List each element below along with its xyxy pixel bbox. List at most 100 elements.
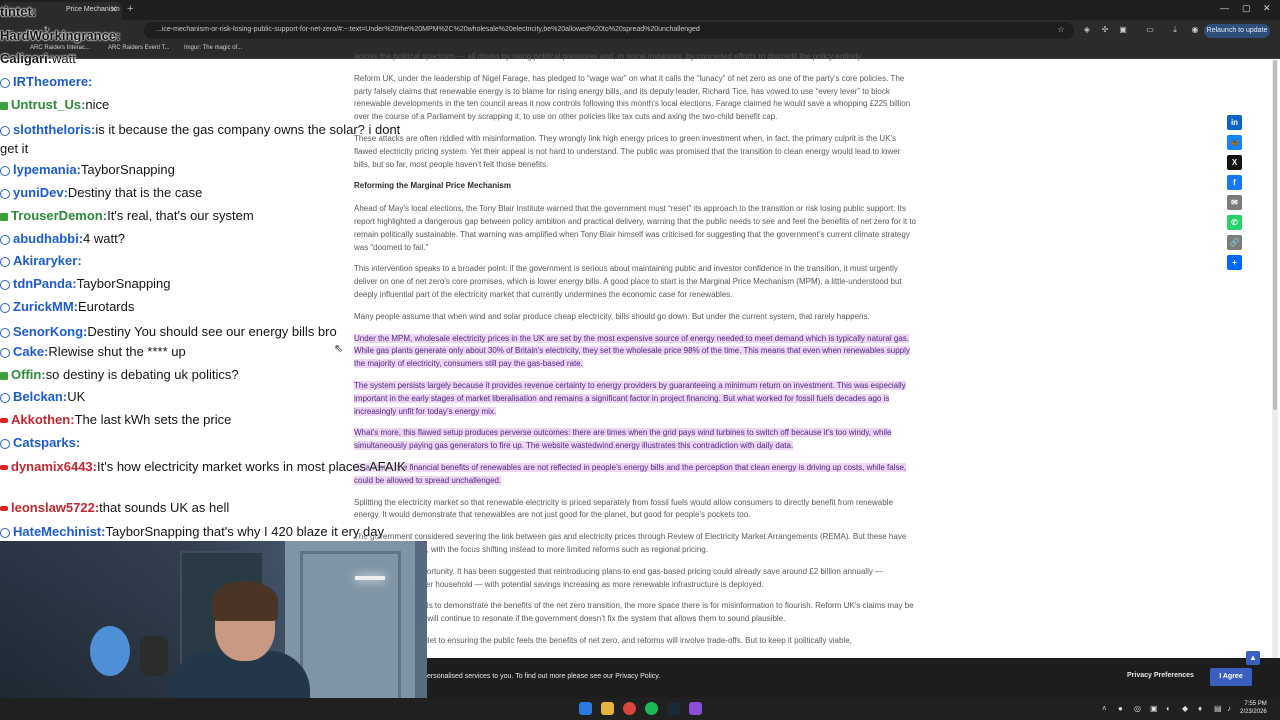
chat-text: TayborSnapping bbox=[80, 162, 175, 177]
chat-message: Akiraryker: bbox=[0, 253, 82, 268]
chat-message: HateMechinist:TayborSnapping that's why … bbox=[0, 522, 420, 541]
chat-username[interactable]: Caligari: bbox=[0, 51, 52, 66]
chat-message: SenorKong:Destiny You should see our ene… bbox=[0, 322, 420, 341]
minimize-icon[interactable]: — bbox=[1220, 3, 1229, 13]
agree-button[interactable]: I Agree bbox=[1210, 668, 1252, 686]
tray-app-icon[interactable]: ◆ bbox=[1182, 704, 1188, 713]
article-paragraph: The government considered severing the l… bbox=[354, 532, 907, 554]
chat-username[interactable]: HardWorkingrance: bbox=[0, 28, 120, 43]
whatsapp-icon[interactable]: ✆ bbox=[1227, 215, 1242, 230]
profile-icon[interactable]: ◉ bbox=[1190, 25, 1200, 35]
chat-message: dynamix6443:It's how electricity market … bbox=[0, 457, 420, 476]
chat-text: Eurotards bbox=[78, 299, 135, 314]
chat-username[interactable]: Offin: bbox=[11, 367, 46, 382]
file-explorer-icon[interactable] bbox=[601, 702, 614, 715]
bluesky-icon[interactable]: 🦋 bbox=[1227, 135, 1242, 150]
network-icon[interactable]: ▤ bbox=[1214, 704, 1222, 713]
sidebar-icon[interactable]: ▭ bbox=[1145, 25, 1155, 35]
article-paragraph: There is no silver bullet to ensuring th… bbox=[354, 635, 852, 645]
chat-username[interactable]: yuniDev: bbox=[13, 185, 68, 200]
chat-username[interactable]: Belckan: bbox=[13, 389, 67, 404]
chat-text: TayborSnapping that's why I 420 blaze it… bbox=[105, 524, 385, 539]
tray-chevron-icon[interactable]: ˄ bbox=[1102, 704, 1107, 713]
chat-username[interactable]: dynamix6443: bbox=[11, 459, 97, 474]
article-paragraph: Splitting the electricity market so that… bbox=[354, 497, 893, 520]
cookie-text: ersonalised services to you. To find out… bbox=[427, 673, 661, 680]
article-paragraph: Many people assume that when wind and so… bbox=[354, 311, 870, 321]
text-fragment-highlight: Under the MPM, wholesale electricity pri… bbox=[354, 333, 910, 369]
chat-username[interactable]: Untrust_Us: bbox=[11, 97, 85, 112]
chat-message: abudhabbi:4 watt? bbox=[0, 231, 125, 246]
extension-icon[interactable]: ✣ bbox=[1100, 25, 1110, 35]
highlighted-paragraph: What’s more, this flawed setup produces … bbox=[354, 427, 918, 453]
chrome-icon[interactable] bbox=[623, 702, 636, 715]
relaunch-button[interactable]: Relaunch to update bbox=[1204, 24, 1270, 38]
facebook-icon[interactable]: f bbox=[1227, 175, 1242, 190]
chat-username[interactable]: Catsparks: bbox=[13, 435, 80, 450]
chat-text: The last kWh sets the price bbox=[74, 412, 232, 427]
article-body: across the political spectrum — all driv… bbox=[354, 52, 918, 657]
volume-icon[interactable]: ♪ bbox=[1227, 704, 1231, 713]
chat-badge-icon bbox=[0, 234, 10, 245]
privacy-preferences-button[interactable]: Privacy Preferences bbox=[1127, 672, 1194, 679]
chat-username[interactable]: Akkothen: bbox=[11, 412, 75, 427]
share-plus-icon[interactable]: + bbox=[1227, 255, 1242, 270]
highlighted-paragraph: The system persists largely because it p… bbox=[354, 380, 918, 418]
chat-badge-icon bbox=[0, 125, 10, 136]
spotify-icon[interactable] bbox=[645, 702, 658, 715]
email-icon[interactable]: ✉ bbox=[1227, 195, 1242, 210]
text-fragment-highlight: The system persists largely because it p… bbox=[354, 380, 906, 416]
extension-icon[interactable]: ▣ bbox=[1118, 25, 1128, 35]
chat-text: Rlewise shut the **** up bbox=[48, 344, 186, 359]
chat-text: It's how electricity market works in mos… bbox=[97, 459, 406, 474]
system-clock[interactable]: 7:55 PM 2/23/2026 bbox=[1240, 700, 1267, 716]
chat-username[interactable]: Akiraryker: bbox=[13, 253, 82, 268]
chat-username[interactable]: abudhabbi: bbox=[13, 231, 83, 246]
steam-icon[interactable] bbox=[667, 702, 680, 715]
chat-username[interactable]: tintet: bbox=[0, 4, 36, 19]
downloads-icon[interactable]: ⤓ bbox=[1170, 25, 1180, 35]
chat-username[interactable]: tdnPanda: bbox=[13, 276, 77, 291]
chat-username[interactable]: leonslaw5722: bbox=[11, 500, 99, 515]
article-paragraph: This is a missed opportunity. It has bee… bbox=[354, 566, 884, 589]
article-paragraph: Reform UK, under the leadership of Nigel… bbox=[354, 73, 911, 122]
app-icon[interactable] bbox=[689, 702, 702, 715]
x-icon[interactable]: X bbox=[1227, 155, 1242, 170]
chat-username[interactable]: HateMechinist: bbox=[13, 524, 105, 539]
text-fragment-highlight: What’s more, this flawed setup produces … bbox=[354, 428, 892, 451]
close-window-icon[interactable]: ✕ bbox=[1263, 3, 1271, 14]
maximize-icon[interactable]: ▢ bbox=[1242, 3, 1251, 14]
chat-username[interactable]: TrouserDemon: bbox=[11, 208, 107, 223]
tray-app-icon[interactable]: ◎ bbox=[1134, 704, 1141, 713]
chat-username[interactable]: Cake: bbox=[13, 344, 48, 359]
chat-username[interactable]: lypemania: bbox=[13, 162, 81, 177]
chat-text: Destiny You should see our energy bills … bbox=[87, 324, 337, 339]
linkedin-icon[interactable]: in bbox=[1227, 115, 1242, 130]
chat-badge-icon bbox=[0, 212, 8, 221]
chat-badge-icon bbox=[0, 302, 10, 313]
scroll-to-top-icon[interactable]: ▲ bbox=[1246, 651, 1260, 665]
highlighted-paragraph: As a result, the financial benefits of r… bbox=[354, 462, 918, 488]
chat-username[interactable]: ZurickMM: bbox=[13, 299, 78, 314]
chat-message: tintet: bbox=[0, 4, 36, 19]
chat-username[interactable]: SenorKong: bbox=[13, 324, 87, 339]
share-toolbar: in 🦋 Xf ✉ ✆ 🔗 + bbox=[1227, 115, 1243, 275]
section-heading: Reforming the Marginal Price Mechanism bbox=[354, 181, 511, 191]
tray-app-icon[interactable]: ▣ bbox=[1150, 704, 1158, 713]
tray-app-icon[interactable]: ◐ bbox=[1166, 704, 1171, 713]
scrollbar-thumb[interactable] bbox=[1273, 60, 1277, 410]
tray-app-icon[interactable]: ● bbox=[1118, 704, 1123, 713]
chat-badge-icon bbox=[0, 527, 10, 538]
chat-message: ZurickMM:Eurotards bbox=[0, 299, 134, 314]
copy-link-icon[interactable]: 🔗 bbox=[1227, 235, 1242, 250]
chat-badge-icon bbox=[0, 392, 10, 403]
extension-icon[interactable]: ◈ bbox=[1082, 25, 1092, 35]
chat-overlay: tintet: HardWorkingrance: Caligari:watt IRT… bbox=[0, 2, 430, 542]
chat-message: Cake:Rlewise shut the **** up bbox=[0, 344, 186, 359]
start-icon[interactable] bbox=[579, 702, 592, 715]
chat-username[interactable]: sloththeloris: bbox=[13, 122, 95, 137]
chat-username[interactable]: IRTheomere: bbox=[13, 74, 92, 89]
clock-date: 2/23/2026 bbox=[1240, 709, 1267, 715]
bookmark-star-icon[interactable]: ☆ bbox=[1056, 25, 1066, 35]
tray-app-icon[interactable]: ♦ bbox=[1198, 704, 1202, 713]
